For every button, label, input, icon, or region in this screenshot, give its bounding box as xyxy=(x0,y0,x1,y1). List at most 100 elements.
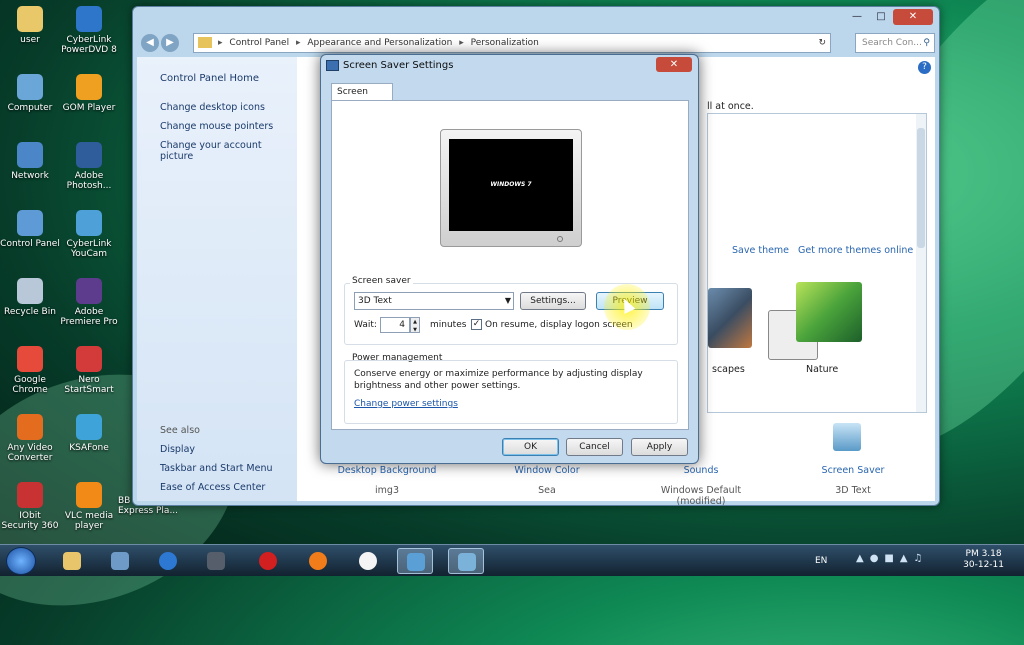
breadcrumb-control-panel[interactable]: Control Panel xyxy=(229,38,289,48)
breadcrumb-appearance[interactable]: Appearance and Personalization xyxy=(307,38,452,48)
theme-scrollbar[interactable] xyxy=(916,114,926,412)
app-icon xyxy=(76,6,102,32)
tray-icons[interactable]: ▲●■▲♫ xyxy=(856,553,929,564)
chevron-down-icon[interactable]: ▼ xyxy=(505,293,511,309)
clock[interactable]: PM 3.18 30-12-11 xyxy=(963,549,1004,571)
minimize-icon[interactable]: — xyxy=(845,9,869,25)
desktop-icon-label: user xyxy=(20,35,40,45)
change-mouse-pointers-link[interactable]: Change mouse pointers xyxy=(160,121,273,132)
close-icon[interactable]: ✕ xyxy=(656,57,692,72)
app-icon xyxy=(111,552,129,570)
desktop-icon[interactable]: Adobe Premiere Pro xyxy=(59,278,119,327)
app-icon xyxy=(76,346,102,372)
firefox-icon xyxy=(309,552,327,570)
desktop-icon[interactable]: KSAFone xyxy=(59,414,119,453)
desktop-background-label[interactable]: Desktop Background xyxy=(327,465,447,476)
taskbar-control-panel[interactable] xyxy=(397,548,433,574)
screen-saver-dialog: Screen Saver Settings ✕ Screen Saver WIN… xyxy=(320,54,699,464)
change-desktop-icons-link[interactable]: Change desktop icons xyxy=(160,102,265,113)
search-input[interactable]: Search Con... ⚲ xyxy=(855,33,935,53)
change-power-settings-link[interactable]: Change power settings xyxy=(354,399,458,409)
address-bar[interactable]: ▸ Control Panel ▸ Appearance and Persona… xyxy=(193,33,831,53)
ok-button[interactable]: OK xyxy=(502,438,559,456)
window-color-label[interactable]: Window Color xyxy=(487,465,607,476)
control-panel-home-link[interactable]: Control Panel Home xyxy=(160,73,259,84)
logon-screen-checkbox[interactable]: ✓ xyxy=(471,319,482,330)
breadcrumb-sep: ▸ xyxy=(295,38,301,48)
desktop-icon[interactable]: Google Chrome xyxy=(0,346,60,395)
desktop-icon[interactable]: VLC media player xyxy=(59,482,119,531)
desktop-icon[interactable]: user xyxy=(0,6,60,45)
desktop-icon[interactable]: Computer xyxy=(0,74,60,113)
close-icon[interactable]: ✕ xyxy=(893,9,933,25)
taskbar-app[interactable] xyxy=(102,548,138,574)
window-controls: — □ ✕ xyxy=(845,9,933,25)
app-icon xyxy=(17,278,43,304)
screen-saver-icon xyxy=(458,553,476,571)
taskbar-firefox[interactable] xyxy=(300,548,336,574)
taskbar-screen-saver[interactable] xyxy=(448,548,484,574)
window-titlebar[interactable] xyxy=(133,7,939,29)
desktop-icon[interactable]: CyberLink YouCam xyxy=(59,210,119,259)
tab-screen-saver[interactable]: Screen Saver xyxy=(331,83,393,113)
spin-arrows-icon[interactable]: ▲ ▼ xyxy=(410,317,420,333)
search-icon[interactable]: ⚲ xyxy=(923,34,930,52)
sounds-label[interactable]: Sounds xyxy=(641,465,761,476)
screen-saver-value: 3D Text xyxy=(835,485,871,496)
taskbar: EN ▲●■▲♫ PM 3.18 30-12-11 xyxy=(0,544,1024,576)
save-theme-link[interactable]: Save theme xyxy=(732,245,789,256)
forward-arrow-icon[interactable]: ▶ xyxy=(161,34,179,52)
start-button[interactable] xyxy=(6,547,36,575)
desktop-background-item[interactable]: Desktop Background img3 xyxy=(327,465,447,496)
ease-of-access-link[interactable]: Ease of Access Center xyxy=(160,482,265,493)
see-also-heading: See also xyxy=(160,425,200,436)
desktop-icon[interactable]: Control Panel xyxy=(0,210,60,249)
window-color-value: Sea xyxy=(538,485,556,496)
desktop-icon[interactable]: Network xyxy=(0,142,60,181)
desktop-icon[interactable]: IObit Security 360 xyxy=(0,482,60,531)
app-icon xyxy=(17,210,43,236)
apply-button[interactable]: Apply xyxy=(631,438,688,456)
taskbar-explorer[interactable] xyxy=(54,548,90,574)
address-row: ◀ ▶ ▸ Control Panel ▸ Appearance and Per… xyxy=(137,33,935,53)
opera-icon xyxy=(259,552,277,570)
refresh-icon[interactable]: ↻ xyxy=(818,34,826,52)
maximize-icon[interactable]: □ xyxy=(869,9,893,25)
help-icon[interactable]: ? xyxy=(918,61,931,74)
change-account-picture-link[interactable]: Change your account picture xyxy=(160,140,297,162)
app-icon xyxy=(76,210,102,236)
wait-label: Wait: xyxy=(354,320,377,330)
dialog-title: Screen Saver Settings xyxy=(343,60,454,71)
taskbar-link[interactable]: Taskbar and Start Menu xyxy=(160,463,272,474)
window-color-item[interactable]: Window Color Sea xyxy=(487,465,607,496)
language-indicator[interactable]: EN xyxy=(815,556,827,566)
screen-saver-select[interactable]: 3D Text ▼ xyxy=(354,292,514,310)
screen-saver-label[interactable]: Screen Saver xyxy=(793,465,913,476)
desktop-icon[interactable]: Nero StartSmart xyxy=(59,346,119,395)
media-icon xyxy=(207,552,225,570)
screen-saver-item[interactable]: Screen Saver 3D Text xyxy=(793,465,913,496)
screen-saver-icon[interactable] xyxy=(833,423,861,451)
desktop-background-value: img3 xyxy=(375,485,399,496)
theme-thumbnail[interactable] xyxy=(708,288,752,348)
nature-theme-thumbnail[interactable] xyxy=(796,282,862,342)
desktop-icon[interactable]: Any Video Converter xyxy=(0,414,60,463)
settings-button[interactable]: Settings... xyxy=(520,292,586,310)
wait-minutes-input[interactable]: 4 xyxy=(380,317,410,333)
desktop-icon[interactable]: Recycle Bin xyxy=(0,278,60,317)
taskbar-opera[interactable] xyxy=(250,548,286,574)
taskbar-ie[interactable] xyxy=(150,548,186,574)
cancel-button[interactable]: Cancel xyxy=(566,438,623,456)
back-arrow-icon[interactable]: ◀ xyxy=(141,34,159,52)
desktop-icon[interactable]: CyberLink PowerDVD 8 xyxy=(59,6,119,55)
display-link[interactable]: Display xyxy=(160,444,195,455)
desktop-icon-label: Adobe Premiere Pro xyxy=(60,307,118,327)
more-themes-link[interactable]: Get more themes online xyxy=(798,245,913,256)
breadcrumb-personalization[interactable]: Personalization xyxy=(471,38,539,48)
sounds-item[interactable]: Sounds Windows Default (modified) xyxy=(641,465,761,507)
desktop-icon[interactable]: GOM Player xyxy=(59,74,119,113)
taskbar-gtalk[interactable] xyxy=(350,548,386,574)
desktop-icon[interactable]: Adobe Photosh... xyxy=(59,142,119,191)
taskbar-app[interactable] xyxy=(198,548,234,574)
scrollbar-thumb[interactable] xyxy=(917,128,925,248)
